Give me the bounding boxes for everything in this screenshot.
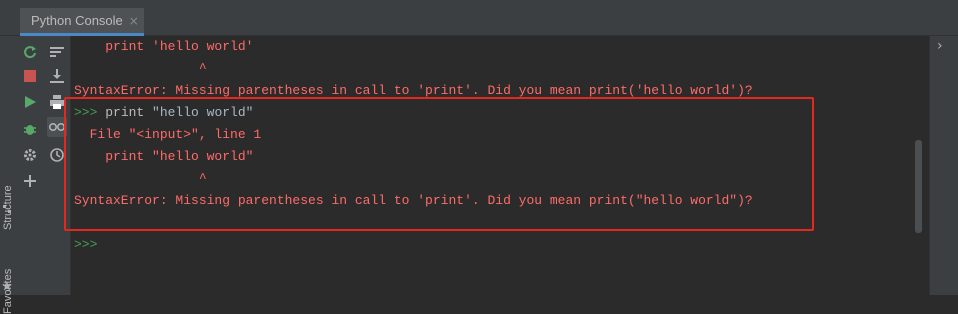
rerun-icon[interactable] <box>20 42 40 62</box>
favorites-star-icon <box>2 281 12 291</box>
run-icon[interactable] <box>20 92 40 112</box>
tool-window-tabbar: Python Console × <box>0 8 958 36</box>
soft-wrap-icon[interactable] <box>47 42 67 62</box>
window-top-strip <box>0 0 958 8</box>
print-icon[interactable] <box>47 92 67 112</box>
input-string: "hello world" <box>152 105 254 120</box>
error-line: print "hello world" <box>74 149 254 164</box>
debug-icon[interactable] <box>20 119 40 139</box>
prompt-marker: >>> <box>74 105 106 120</box>
error-caret-line: ^ <box>74 61 207 76</box>
console-actions-toolbar <box>16 36 44 295</box>
traceback-file-line: File "<input>", line 1 <box>74 127 262 142</box>
input-line: >>> print "hello world" <box>74 102 253 124</box>
console-view-toolbar <box>44 36 71 295</box>
stop-icon[interactable] <box>20 66 40 86</box>
scrollbar-thumb[interactable] <box>915 140 922 233</box>
syntax-error-line: SyntaxError: Missing parentheses in call… <box>74 193 753 208</box>
right-side-panel <box>930 36 958 295</box>
scroll-to-end-icon[interactable] <box>47 66 67 86</box>
show-variables-icon[interactable] <box>47 117 67 137</box>
tab-label: Python Console <box>31 13 123 28</box>
favorites-tool-label[interactable]: Favorites <box>2 269 14 314</box>
input-command: print <box>105 105 153 120</box>
add-icon[interactable] <box>20 171 40 191</box>
syntax-error-line: SyntaxError: Missing parentheses in call… <box>74 83 753 98</box>
structure-icon <box>3 205 11 213</box>
input-prompt[interactable]: >>> <box>74 234 97 256</box>
settings-icon[interactable] <box>20 145 40 165</box>
history-icon[interactable] <box>47 145 67 165</box>
chevron-right-icon[interactable]: › <box>937 38 943 54</box>
close-icon[interactable]: × <box>129 14 139 28</box>
tab-python-console[interactable]: Python Console × <box>20 8 144 36</box>
error-line: print 'hello world' <box>74 39 254 54</box>
console-output[interactable]: print 'hello world' ^ SyntaxError: Missi… <box>71 36 929 295</box>
error-caret-line: ^ <box>74 171 207 186</box>
left-tool-strip: Structure Favorites <box>0 36 17 314</box>
